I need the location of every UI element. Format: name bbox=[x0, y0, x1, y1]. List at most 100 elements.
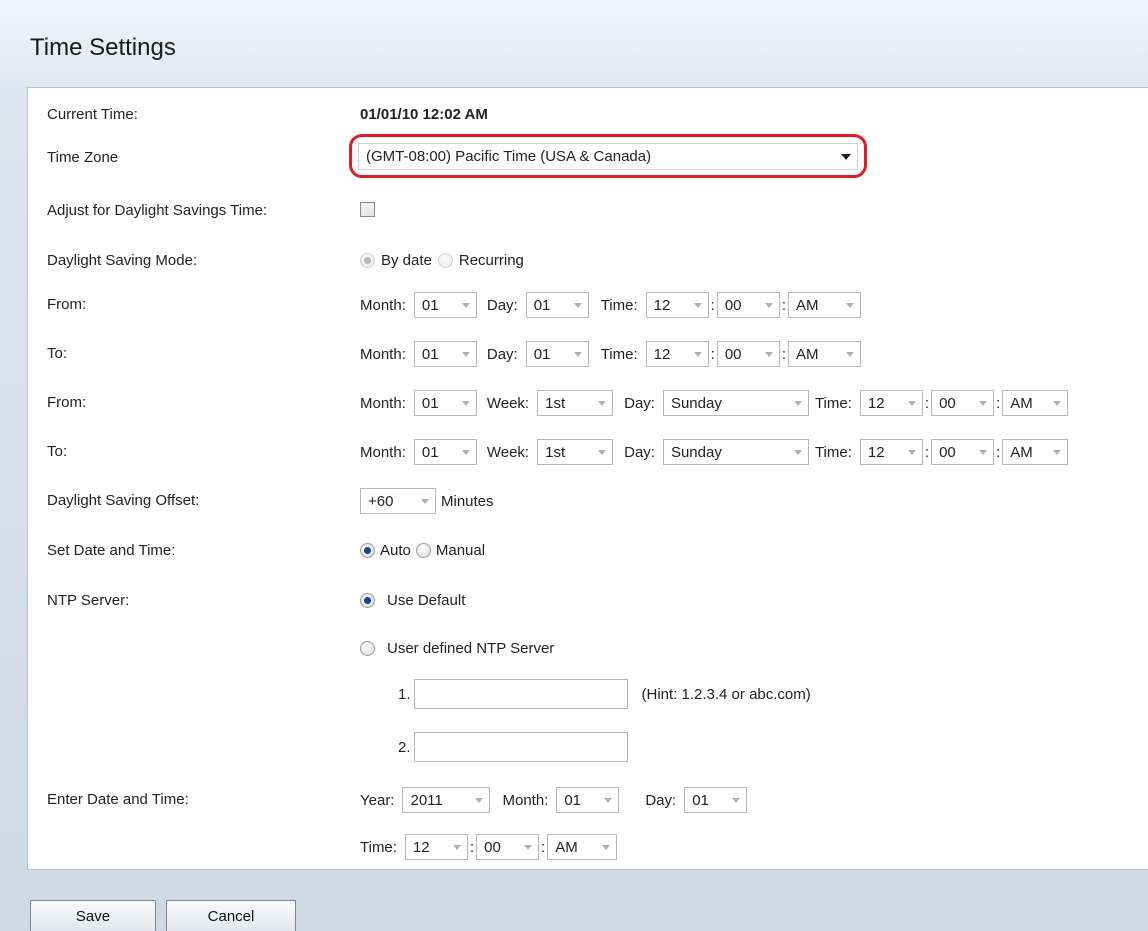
rec-from-month-select[interactable]: 01 bbox=[413, 390, 477, 416]
settings-panel: Current Time: 01/01/10 12:02 AM Time Zon… bbox=[27, 87, 1148, 870]
chevron-down-icon bbox=[764, 351, 773, 357]
rec-to-month-select[interactable]: 01 bbox=[413, 439, 477, 465]
current-time-label: Current Time: bbox=[47, 106, 138, 123]
chevron-down-icon bbox=[841, 153, 851, 160]
rec-from-minute-select[interactable]: 00 bbox=[931, 390, 995, 416]
rec-to-time-label: Time: bbox=[814, 443, 852, 461]
dst-offset-select[interactable]: +60 bbox=[360, 488, 436, 514]
manual-month-label: Month: bbox=[502, 791, 549, 809]
manual-hour-select[interactable]: 12 bbox=[404, 834, 468, 860]
time-colon: : bbox=[541, 838, 546, 856]
rec-from-month-value: 01 bbox=[421, 394, 439, 412]
to-month-label: Month: bbox=[360, 345, 406, 363]
to-hour-select[interactable]: 12 bbox=[645, 341, 709, 367]
ntp-server2-input[interactable] bbox=[413, 732, 628, 762]
rec-to-minute-select[interactable]: 00 bbox=[931, 439, 995, 465]
rec-from-month-label: Month: bbox=[360, 394, 406, 412]
rec-to-ampm-select[interactable]: AM bbox=[1002, 439, 1069, 465]
from-ampm-select[interactable]: AM bbox=[788, 292, 861, 318]
rec-to-minute-value: 00 bbox=[939, 443, 956, 461]
chevron-down-icon bbox=[732, 797, 741, 803]
ntp-server1-input[interactable] bbox=[413, 679, 628, 709]
from-day-select[interactable]: 01 bbox=[525, 292, 589, 318]
dst-adjust-checkbox[interactable] bbox=[360, 202, 375, 217]
rec-from-day-value: Sunday bbox=[670, 394, 722, 412]
use-default-radio[interactable] bbox=[360, 593, 375, 608]
cancel-button[interactable]: Cancel bbox=[166, 900, 296, 931]
by-date-label: By date bbox=[381, 252, 432, 269]
recurring-to-label: To: bbox=[47, 443, 68, 460]
auto-radio[interactable] bbox=[360, 543, 375, 558]
rec-from-day-select[interactable]: Sunday bbox=[662, 390, 809, 416]
to-day-select[interactable]: 01 bbox=[525, 341, 589, 367]
chevron-down-icon bbox=[461, 449, 470, 455]
manual-ampm-value: AM bbox=[555, 838, 578, 856]
rec-to-hour-value: 12 bbox=[867, 443, 885, 461]
to-minute-select[interactable]: 00 bbox=[716, 341, 780, 367]
chevron-down-icon bbox=[461, 351, 470, 357]
rec-to-week-value: 1st bbox=[545, 443, 566, 461]
by-date-radio[interactable] bbox=[360, 253, 375, 268]
rec-from-minute-value: 00 bbox=[939, 394, 956, 412]
from-time-label: Time: bbox=[600, 296, 638, 314]
manual-month-select[interactable]: 01 bbox=[556, 787, 620, 813]
year-select[interactable]: 2011 bbox=[402, 787, 491, 813]
rec-to-day-select[interactable]: Sunday bbox=[662, 439, 809, 465]
year-value: 2011 bbox=[410, 791, 443, 809]
rec-to-hour-select[interactable]: 12 bbox=[859, 439, 923, 465]
chevron-down-icon bbox=[846, 302, 854, 308]
manual-time-label: Time: bbox=[360, 838, 397, 856]
from-month-label: Month: bbox=[360, 296, 406, 314]
page-title: Time Settings bbox=[30, 34, 176, 61]
rec-to-day-label: Day: bbox=[624, 443, 655, 461]
time-colon: : bbox=[710, 296, 715, 314]
rec-from-time-label: Time: bbox=[814, 394, 852, 412]
rec-from-ampm-select[interactable]: AM bbox=[1002, 390, 1069, 416]
time-zone-select[interactable]: (GMT-08:00) Pacific Time (USA & Canada) bbox=[358, 143, 858, 170]
to-day-value: 01 bbox=[533, 345, 551, 363]
current-time-value: 01/01/10 12:02 AM bbox=[360, 106, 488, 123]
from-ampm-value: AM bbox=[796, 296, 819, 314]
manual-ampm-select[interactable]: AM bbox=[547, 834, 618, 860]
to-month-value: 01 bbox=[421, 345, 439, 363]
from-month-select[interactable]: 01 bbox=[413, 292, 477, 318]
to-ampm-value: AM bbox=[796, 345, 819, 363]
from-hour-value: 12 bbox=[653, 296, 671, 314]
rec-to-week-select[interactable]: 1st bbox=[537, 439, 614, 465]
rec-from-ampm-value: AM bbox=[1010, 394, 1033, 412]
from-minute-select[interactable]: 00 bbox=[716, 292, 780, 318]
time-colon: : bbox=[781, 345, 786, 363]
recurring-label: Recurring bbox=[458, 252, 524, 269]
from-hour-select[interactable]: 12 bbox=[645, 292, 709, 318]
enter-date-label: Enter Date and Time: bbox=[47, 791, 189, 808]
chevron-down-icon bbox=[907, 400, 916, 406]
ntp-hint: (Hint: 1.2.3.4 or abc.com) bbox=[641, 685, 811, 703]
time-zone-label: Time Zone bbox=[47, 149, 119, 166]
manual-day-value: 01 bbox=[692, 791, 709, 809]
chevron-down-icon bbox=[602, 844, 611, 850]
to-month-select[interactable]: 01 bbox=[413, 341, 477, 367]
manual-radio[interactable] bbox=[415, 543, 431, 558]
manual-day-label: Day: bbox=[645, 791, 677, 809]
rec-to-ampm-value: AM bbox=[1010, 443, 1033, 461]
rec-from-hour-select[interactable]: 12 bbox=[859, 390, 923, 416]
chevron-down-icon bbox=[979, 449, 988, 455]
chevron-down-icon bbox=[764, 302, 773, 308]
rec-to-day-value: Sunday bbox=[670, 443, 722, 461]
rec-to-week-label: Week: bbox=[486, 443, 530, 461]
manual-minute-value: 00 bbox=[484, 838, 501, 856]
from-day-value: 01 bbox=[533, 296, 551, 314]
chevron-down-icon bbox=[452, 844, 461, 850]
dst-adjust-label: Adjust for Daylight Savings Time: bbox=[47, 202, 268, 219]
chevron-down-icon bbox=[598, 400, 607, 406]
chevron-down-icon bbox=[693, 302, 702, 308]
manual-day-select[interactable]: 01 bbox=[684, 787, 748, 813]
user-defined-radio[interactable] bbox=[360, 641, 375, 656]
save-button[interactable]: Save bbox=[30, 900, 156, 931]
rec-to-month-label: Month: bbox=[360, 443, 406, 461]
rec-from-week-select[interactable]: 1st bbox=[537, 390, 614, 416]
recurring-radio[interactable] bbox=[437, 253, 453, 268]
manual-minute-select[interactable]: 00 bbox=[476, 834, 540, 860]
to-ampm-select[interactable]: AM bbox=[788, 341, 861, 367]
chevron-down-icon bbox=[604, 797, 613, 803]
